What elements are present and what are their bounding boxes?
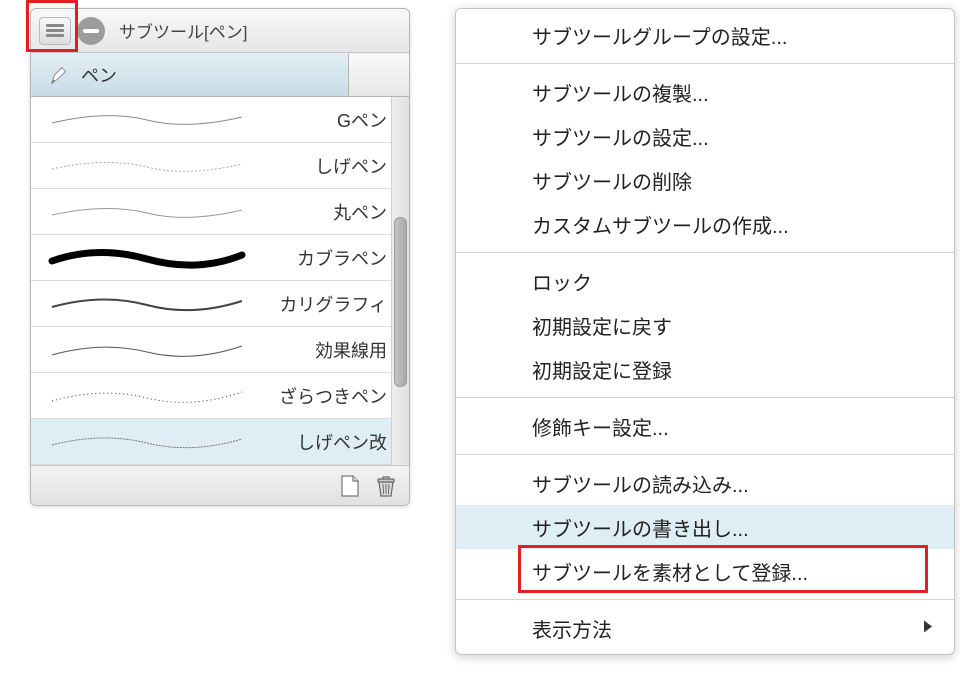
tab-label: ペン	[81, 62, 117, 88]
tool-item-effect-line[interactable]: 効果線用	[31, 327, 409, 373]
brush-preview	[37, 423, 257, 461]
tool-list: Gペン しげペン 丸ペン カブラペン カリグラフィ	[31, 97, 409, 465]
menu-item-label: 初期設定に登録	[532, 355, 672, 384]
menu-separator	[456, 252, 954, 253]
new-page-icon	[339, 474, 361, 498]
subtool-panel: サブツール[ペン] ペン Gペン しげペン	[30, 8, 410, 506]
submenu-arrow-icon	[922, 617, 934, 640]
tool-item-g-pen[interactable]: Gペン	[31, 97, 409, 143]
tool-label: 丸ペン	[333, 199, 387, 225]
trash-icon	[375, 474, 397, 498]
tool-label: Gペン	[337, 107, 387, 133]
tool-item-zaratsuki-pen[interactable]: ざらつきペン	[31, 373, 409, 419]
panel-footer	[31, 465, 409, 505]
menu-item-label: サブツールグループの設定...	[532, 21, 787, 50]
menu-item-label: 修飾キー設定...	[532, 412, 669, 441]
tool-label: カブラペン	[297, 245, 387, 271]
tool-label: ざらつきペン	[279, 383, 387, 409]
panel-menu-button[interactable]	[39, 17, 71, 45]
menu-item-label: サブツールの書き出し...	[532, 513, 749, 542]
menu-separator	[456, 63, 954, 64]
menu-item-label: サブツールの読み込み...	[532, 469, 749, 498]
tool-label: しげペン	[315, 153, 387, 179]
tool-item-calligraphy[interactable]: カリグラフィ	[31, 281, 409, 327]
tool-item-kabura-pen[interactable]: カブラペン	[31, 235, 409, 281]
brush-preview	[37, 147, 257, 185]
panel-title: サブツール[ペン]	[119, 18, 247, 43]
tool-item-maru-pen[interactable]: 丸ペン	[31, 189, 409, 235]
tab-pen[interactable]: ペン	[31, 53, 349, 96]
pen-icon	[49, 64, 71, 86]
tool-label: カリグラフィ	[279, 291, 387, 317]
scrollbar[interactable]	[391, 97, 409, 465]
menu-item-label: サブツールを素材として登録...	[532, 557, 808, 586]
brush-preview	[37, 101, 257, 139]
menu-item-export[interactable]: サブツールの書き出し...	[456, 505, 954, 549]
menu-item-duplicate[interactable]: サブツールの複製...	[456, 70, 954, 114]
menu-item-label: ロック	[532, 267, 592, 296]
menu-separator	[456, 599, 954, 600]
panel-dock-button[interactable]	[77, 17, 105, 45]
tool-label: しげペン改	[297, 429, 387, 455]
panel-header: サブツール[ペン]	[31, 9, 409, 53]
menu-item-delete[interactable]: サブツールの削除	[456, 158, 954, 202]
menu-item-group-settings[interactable]: サブツールグループの設定...	[456, 13, 954, 57]
menu-item-label: 表示方法	[532, 614, 612, 643]
tab-row: ペン	[31, 53, 409, 97]
menu-item-reset-default[interactable]: 初期設定に戻す	[456, 303, 954, 347]
brush-preview	[37, 193, 257, 231]
brush-preview	[37, 285, 257, 323]
menu-separator	[456, 397, 954, 398]
menu-item-display-method[interactable]: 表示方法	[456, 606, 954, 650]
tab-empty[interactable]	[349, 53, 409, 96]
menu-item-custom-create[interactable]: カスタムサブツールの作成...	[456, 202, 954, 246]
delete-subtool-button[interactable]	[371, 472, 401, 500]
brush-preview	[37, 377, 257, 415]
scrollbar-thumb[interactable]	[394, 217, 407, 387]
menu-item-label: 初期設定に戻す	[532, 311, 672, 340]
new-subtool-button[interactable]	[335, 472, 365, 500]
menu-separator	[456, 454, 954, 455]
menu-item-label: サブツールの削除	[532, 166, 692, 195]
menu-item-modifier-key[interactable]: 修飾キー設定...	[456, 404, 954, 448]
tool-label: 効果線用	[315, 337, 387, 363]
brush-preview	[37, 239, 257, 277]
tool-item-shige-pen[interactable]: しげペン	[31, 143, 409, 189]
menu-item-label: カスタムサブツールの作成...	[532, 210, 789, 239]
menu-item-register-material[interactable]: サブツールを素材として登録...	[456, 549, 954, 593]
menu-item-lock[interactable]: ロック	[456, 259, 954, 303]
menu-item-settings[interactable]: サブツールの設定...	[456, 114, 954, 158]
menu-item-import[interactable]: サブツールの読み込み...	[456, 461, 954, 505]
menu-item-label: サブツールの設定...	[532, 122, 709, 151]
menu-item-register-default[interactable]: 初期設定に登録	[456, 347, 954, 391]
brush-preview	[37, 331, 257, 369]
tool-item-shige-pen-kai[interactable]: しげペン改	[31, 419, 409, 465]
context-menu: サブツールグループの設定... サブツールの複製... サブツールの設定... …	[455, 8, 955, 655]
menu-item-label: サブツールの複製...	[532, 78, 709, 107]
